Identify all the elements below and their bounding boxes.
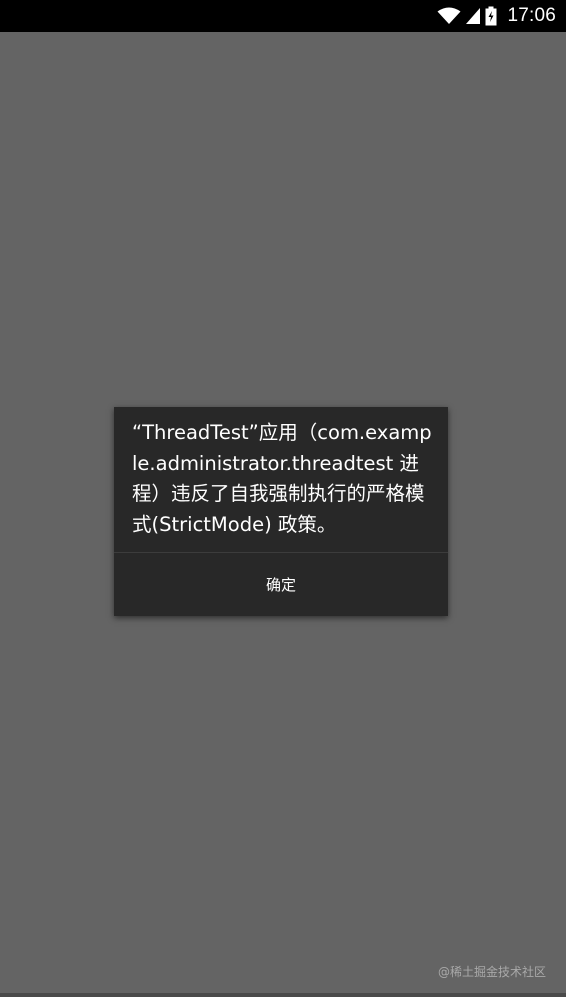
status-icons: 17:06: [437, 0, 556, 32]
ok-button[interactable]: 确定: [114, 553, 448, 616]
watermark: @稀土掘金技术社区: [437, 965, 546, 979]
screen: 17:06 “ThreadTest”应用（com.example.adminis…: [0, 0, 566, 997]
wifi-icon: [437, 7, 461, 25]
dialog-message: “ThreadTest”应用（com.example.administrator…: [132, 421, 432, 536]
bottom-edge-strip: [0, 993, 566, 997]
cell-signal-icon: [465, 7, 481, 25]
battery-charging-icon: [485, 6, 497, 26]
strictmode-alert-dialog: “ThreadTest”应用（com.example.administrator…: [114, 407, 448, 616]
status-time: 17:06: [507, 5, 556, 26]
status-bar: 17:06: [0, 0, 566, 32]
